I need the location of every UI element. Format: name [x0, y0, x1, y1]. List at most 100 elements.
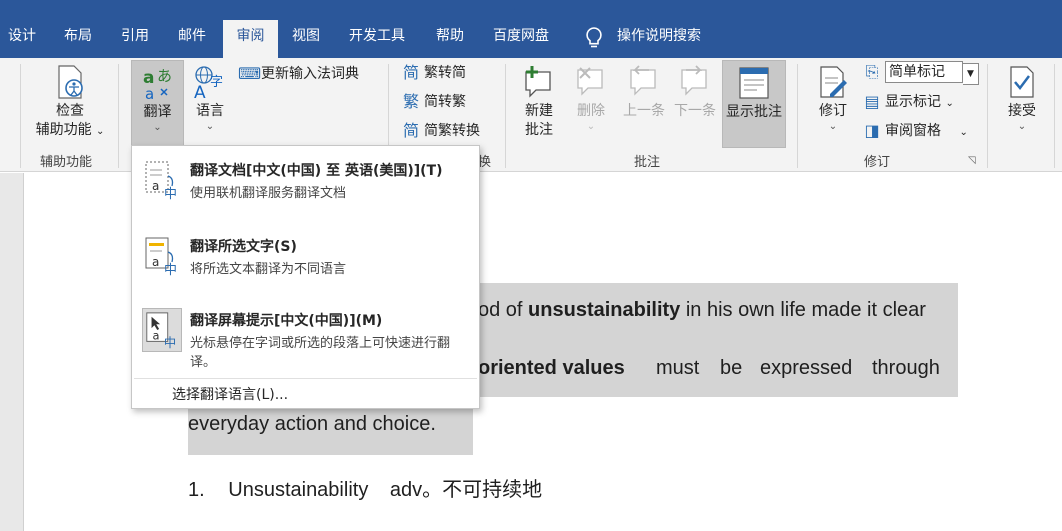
- svg-text:あ: あ: [157, 67, 172, 85]
- show-markup-label: 显示标记: [885, 94, 941, 110]
- svg-text:中: 中: [164, 187, 177, 202]
- chevron-down-icon: ⌄: [205, 121, 215, 132]
- list-item[interactable]: 1. Unsustainability adv。不可持续地: [188, 473, 542, 502]
- menu-item-description: 光标悬停在字词或所选的段落上可快速进行翻译。: [190, 336, 451, 370]
- dialog-launcher-icon[interactable]: ◹: [968, 155, 976, 166]
- tab-mailings[interactable]: 邮件: [172, 22, 212, 58]
- language-label: 语言: [196, 103, 224, 119]
- lightbulb-icon[interactable]: [583, 26, 605, 50]
- chevron-down-icon: ⌄: [586, 121, 596, 132]
- new-comment-icon: [522, 64, 556, 100]
- menu-item-title: 翻译文档[中文(中国) 至 英语(美国)](T): [190, 163, 443, 179]
- menu-item-title: 翻译所选文字(S): [190, 239, 297, 255]
- tab-baidu-netdisk[interactable]: 百度网盘: [487, 22, 555, 58]
- show-comments-button[interactable]: 显示批注: [722, 60, 786, 148]
- translate-icon: a あ a: [141, 65, 175, 103]
- svg-text:a: a: [145, 85, 154, 101]
- svg-text:a: a: [152, 255, 159, 269]
- tab-review[interactable]: 审阅: [223, 20, 278, 58]
- menu-separator: [134, 378, 477, 379]
- markup-mode-select[interactable]: ⎘ 简单标记 ▼: [862, 61, 979, 85]
- simp-to-trad-icon: 繁: [402, 92, 419, 111]
- group-label-tracking: 修订: [864, 155, 891, 170]
- simp-trad-convert-button[interactable]: 简简繁转换: [401, 120, 480, 142]
- previous-comment-icon: [627, 64, 661, 100]
- translate-label: 翻译: [143, 104, 172, 120]
- group-separator: [505, 64, 506, 168]
- chevron-down-icon: ⌄: [945, 98, 954, 109]
- trad-to-simp-icon: 简: [402, 63, 419, 82]
- list-definition: adv。不可持续地: [389, 479, 543, 501]
- track-changes-button[interactable]: 修订 ⌄: [810, 64, 856, 133]
- group-label-comments: 批注: [634, 155, 661, 170]
- dropdown-arrow-icon[interactable]: ▼: [963, 63, 979, 85]
- trad-to-simp-button[interactable]: 简繁转简: [401, 62, 466, 84]
- markup-mode-value[interactable]: 简单标记: [885, 61, 963, 83]
- next-comment-button[interactable]: 下一条: [670, 64, 720, 121]
- group-separator: [797, 64, 798, 168]
- svg-text:字: 字: [210, 75, 223, 90]
- new-comment-label-1: 新建: [525, 103, 553, 119]
- tab-design[interactable]: 设计: [2, 22, 42, 58]
- menu-item-translate-screentip[interactable]: a 中 翻译屏幕提示[中文(中国)](M) 光标悬停在字词或所选的段落上可快速进…: [134, 302, 477, 374]
- update-ime-label: 更新输入法词典: [261, 66, 359, 82]
- tab-view[interactable]: 视图: [286, 22, 326, 58]
- text-run: expressed: [760, 357, 853, 379]
- svg-text:中: 中: [164, 263, 177, 278]
- accept-button[interactable]: 接受 ⌄: [1000, 64, 1044, 133]
- menu-item-title: 翻译屏幕提示[中文(中国)](M): [190, 313, 383, 329]
- delete-comment-button[interactable]: 删除 ⌄: [569, 64, 613, 133]
- show-comments-icon: [737, 65, 771, 101]
- simp-to-trad-button[interactable]: 繁简转繁: [401, 91, 466, 113]
- show-markup-icon: ▤: [864, 92, 880, 111]
- translate-selection-icon: a 中: [142, 234, 182, 278]
- check-accessibility-label-1: 检查: [56, 103, 84, 119]
- menu-item-translate-selection[interactable]: a 中 翻译所选文字(S) 将所选文本翻译为不同语言: [134, 228, 477, 290]
- group-separator: [20, 64, 21, 168]
- reviewing-pane-button[interactable]: ◨ 审阅窗格 ⌄: [862, 120, 967, 144]
- menu-item-choose-translation-language[interactable]: 选择翻译语言(L)...: [172, 384, 288, 404]
- list-term: Unsustainability: [228, 479, 369, 501]
- next-comment-icon: [678, 64, 712, 100]
- keyboard-icon: ⌨: [238, 64, 262, 83]
- check-accessibility-button[interactable]: 检查 辅助功能 ⌄: [32, 64, 108, 141]
- delete-comment-icon: [574, 64, 608, 100]
- new-comment-label-2: 批注: [525, 122, 553, 138]
- menu-item-translate-document[interactable]: a 中 翻译文档[中文(中国) 至 英语(美国)](T) 使用联机翻译服务翻译文…: [134, 152, 477, 214]
- tell-me-search[interactable]: 操作说明搜索: [617, 22, 701, 50]
- text-run: must: [656, 357, 700, 379]
- tab-help[interactable]: 帮助: [430, 22, 470, 58]
- chevron-down-icon: ⌄: [153, 122, 162, 133]
- accessibility-check-icon: [53, 64, 87, 100]
- delete-label: 删除: [577, 103, 605, 119]
- trad-to-simp-label: 繁转简: [424, 65, 466, 81]
- svg-text:a: a: [153, 329, 160, 343]
- translate-button[interactable]: a あ a 翻译 ⌄: [131, 60, 184, 148]
- next-label: 下一条: [674, 103, 716, 119]
- group-separator: [118, 64, 119, 168]
- reviewing-pane-label: 审阅窗格: [885, 123, 941, 139]
- simp-trad-convert-icon: 简: [402, 121, 419, 140]
- language-button[interactable]: A 字 语言 ⌄: [188, 64, 232, 133]
- previous-comment-button[interactable]: 上一条: [618, 64, 670, 121]
- previous-label: 上一条: [623, 103, 665, 119]
- text-run: through: [872, 357, 940, 379]
- check-accessibility-label-2: 辅助功能 ⌄: [35, 122, 105, 138]
- svg-text:a: a: [152, 179, 159, 193]
- translate-dropdown-menu: a 中 翻译文档[中文(中国) 至 英语(美国)](T) 使用联机翻译服务翻译文…: [131, 145, 480, 409]
- chevron-down-icon: ⌄: [828, 121, 838, 132]
- text-run: od of: [478, 299, 529, 321]
- list-number: 1.: [188, 479, 205, 501]
- show-markup-button[interactable]: ▤ 显示标记 ⌄: [862, 91, 954, 115]
- new-comment-button[interactable]: 新建 批注: [514, 64, 564, 140]
- update-ime-dictionary-button[interactable]: ⌨更新输入法词典: [238, 63, 359, 85]
- tab-developer[interactable]: 开发工具: [343, 22, 411, 58]
- text-run: in his own life made it clear: [680, 299, 926, 321]
- bold-term: unsustainability: [528, 299, 681, 321]
- markup-icon: ⎘: [865, 62, 879, 81]
- chevron-down-icon: ⌄: [1017, 121, 1027, 132]
- language-icon: A 字: [193, 64, 227, 103]
- show-comments-label: 显示批注: [726, 104, 782, 120]
- tab-layout[interactable]: 布局: [58, 22, 98, 58]
- tab-references[interactable]: 引用: [115, 22, 155, 58]
